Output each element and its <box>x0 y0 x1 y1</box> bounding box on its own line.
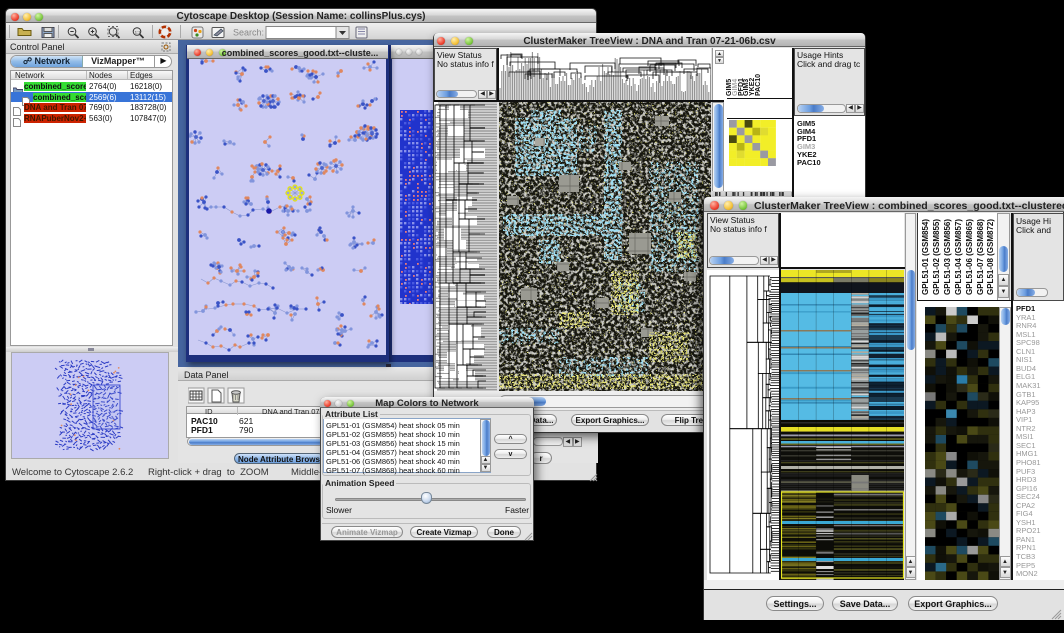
svg-text:1:1: 1:1 <box>135 29 141 34</box>
svg-text:Search:: Search: <box>233 28 264 38</box>
